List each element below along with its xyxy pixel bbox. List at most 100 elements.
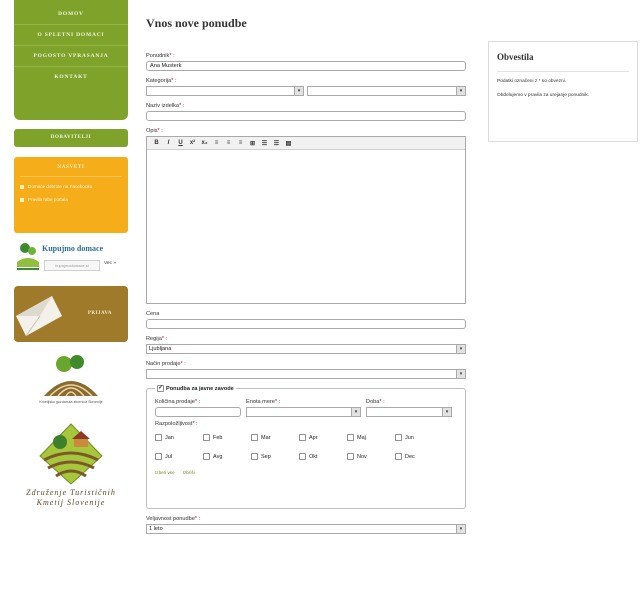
bold-icon[interactable]: B [153, 140, 160, 146]
underline-icon[interactable]: U [177, 140, 184, 146]
notice-title: Obvestila [497, 52, 629, 72]
month-checkbox-nov[interactable]: Nov [347, 453, 395, 460]
month-checkbox-okt[interactable]: Okt [299, 453, 347, 460]
public-institutions-fieldset: ✓ Ponudba za javne zavode Količina proda… [146, 385, 466, 509]
tips-item[interactable]: Domace dobrote na Facebooku [20, 184, 122, 190]
envelope-icon [16, 296, 62, 337]
table-icon[interactable]: ⊞ [249, 140, 256, 147]
kupujmo-title: Kupujmo domace [42, 244, 104, 253]
month-checkbox-apr[interactable]: Apr [299, 434, 347, 441]
checkbox-icon[interactable] [155, 453, 162, 460]
source-icon[interactable]: ▤ [285, 140, 292, 147]
regija-select-value: Ljubljana [149, 346, 172, 352]
kolicina-label: Količina prodaje* : [155, 399, 201, 405]
page-title: Vnos nove ponudbe [146, 16, 247, 30]
month-checkbox-jan[interactable]: Jan [155, 434, 203, 441]
ztks-logo-text: Združenje Turističnih Kmetij Slovenije [26, 488, 116, 507]
login-banner-label: PRIJAVA [87, 311, 112, 316]
naziv-input[interactable] [146, 111, 466, 121]
month-checkbox-sep[interactable]: Sep [251, 453, 299, 460]
checkbox-icon[interactable] [203, 434, 210, 441]
tips-item-label[interactable]: Pravila rabe portala [28, 197, 68, 203]
enota-label: Enota mere* : [246, 399, 281, 405]
align-center-icon[interactable]: ≡ [225, 140, 232, 146]
month-label: Jun [405, 434, 414, 441]
checkbox-icon[interactable] [251, 434, 258, 441]
clear-all-link[interactable]: Izbriši [183, 470, 195, 475]
ponudnik-label: Ponudnik* : [146, 53, 175, 59]
tips-item[interactable]: Pravila rabe portala [20, 197, 122, 203]
month-label: Apr [309, 434, 318, 441]
login-banner[interactable]: PRIJAVA [14, 286, 128, 342]
month-checkbox-avg[interactable]: Avg [203, 453, 251, 460]
kupujmo-more-link[interactable]: Vec » [104, 261, 116, 267]
nacin-select[interactable]: ▾ [146, 369, 466, 379]
podkategorija-select[interactable]: ▾ [307, 86, 466, 96]
veljavnost-label: Veljavnost ponudbe* : [146, 516, 201, 522]
public-institutions-checkbox[interactable]: ✓ [157, 385, 164, 392]
superscript-icon[interactable]: x² [189, 140, 196, 146]
kategorija-select[interactable]: ▾ [146, 86, 304, 96]
public-institutions-label: Ponudba za javne zavode [166, 385, 234, 392]
checkbox-icon[interactable] [203, 453, 210, 460]
kgzs-logo[interactable]: Kmetijsko gozdarska zbornica Slovenije [14, 352, 128, 408]
chevron-down-icon: ▾ [294, 87, 303, 95]
ztks-logo[interactable]: Združenje Turističnih Kmetij Slovenije [14, 420, 128, 525]
month-label: Nov [357, 453, 367, 460]
tips-item-label[interactable]: Domace dobrote na Facebooku [28, 184, 92, 190]
field-group-ponudnik: Ponudnik* : Ana Musterk [146, 52, 468, 71]
chevron-down-icon: ▾ [456, 345, 465, 353]
checkbox-icon[interactable] [299, 434, 306, 441]
nav-item-faq[interactable]: POGOSTO VPRASANJA [14, 46, 128, 67]
kgzs-logo-icon [44, 355, 98, 397]
checkbox-icon[interactable] [299, 453, 306, 460]
nav-item-contact[interactable]: KONTAKT [14, 67, 128, 88]
nav-item-home[interactable]: DOMOV [14, 4, 128, 25]
italic-icon[interactable]: I [165, 140, 172, 146]
sidebar: DOMOV O SPLETNI DOMACI POGOSTO VPRASANJA… [14, 0, 128, 525]
checkbox-icon[interactable] [347, 453, 354, 460]
checkbox-icon[interactable] [155, 434, 162, 441]
kolicina-input[interactable] [155, 407, 241, 417]
chevron-down-icon: ▾ [456, 370, 465, 378]
kolicina-group: Količina prodaje* : [155, 398, 241, 417]
month-checkbox-jun[interactable]: Jun [395, 434, 443, 441]
main-content: Vnos nove ponudbe Ponudnik* : Ana Muster… [146, 16, 468, 540]
month-checkbox-mar[interactable]: Mar [251, 434, 299, 441]
enota-select[interactable]: ▾ [246, 407, 361, 417]
checkbox-icon[interactable] [347, 434, 354, 441]
month-label: Avg [213, 453, 223, 460]
veljavnost-select-value: 1 leto [149, 526, 163, 532]
field-group-naziv: Naziv izdelka* : [146, 102, 468, 121]
align-right-icon[interactable]: ≡ [237, 140, 244, 146]
nav-item-about[interactable]: O SPLETNI DOMACI [14, 25, 128, 46]
align-left-icon[interactable]: ≡ [213, 140, 220, 146]
month-label: Mar [261, 434, 271, 441]
month-checkbox-maj[interactable]: Maj [347, 434, 395, 441]
chevron-down-icon: ▾ [456, 525, 465, 533]
opis-editor[interactable]: B I U x² x₂ ≡ ≡ ≡ ⊞ ☰ ☰ ▤ [146, 136, 466, 304]
checkbox-icon[interactable] [395, 453, 402, 460]
cena-input[interactable] [146, 319, 466, 329]
doba-select[interactable]: ▾ [366, 407, 452, 417]
kupujmo-box[interactable]: kupujmodomace.si [44, 260, 100, 271]
chevron-down-icon: ▾ [442, 408, 451, 416]
kategorija-label: Kategorija* : [146, 78, 177, 84]
opis-label: Opis* : [146, 128, 163, 134]
month-checkbox-jul[interactable]: Jul [155, 453, 203, 460]
ponudnik-input[interactable]: Ana Musterk [146, 61, 466, 71]
notice-box: Obvestila Podatki označeni z * so obvezn… [488, 41, 638, 142]
regija-select[interactable]: Ljubljana ▾ [146, 344, 466, 354]
month-checkbox-dec[interactable]: Dec [395, 453, 443, 460]
numbered-list-icon[interactable]: ☰ [273, 140, 280, 147]
select-all-link[interactable]: Izberi vse [155, 470, 175, 475]
suppliers-button[interactable]: DOBAVITELJI [14, 129, 128, 147]
bullet-list-icon[interactable]: ☰ [261, 140, 268, 147]
veljavnost-select[interactable]: 1 leto ▾ [146, 524, 466, 534]
nacin-label: Način prodaje* : [146, 361, 186, 367]
tips-box: NASVETI Domace dobrote na Facebooku Prav… [14, 157, 128, 233]
subscript-icon[interactable]: x₂ [201, 140, 208, 146]
checkbox-icon[interactable] [251, 453, 258, 460]
month-checkbox-feb[interactable]: Feb [203, 434, 251, 441]
checkbox-icon[interactable] [395, 434, 402, 441]
